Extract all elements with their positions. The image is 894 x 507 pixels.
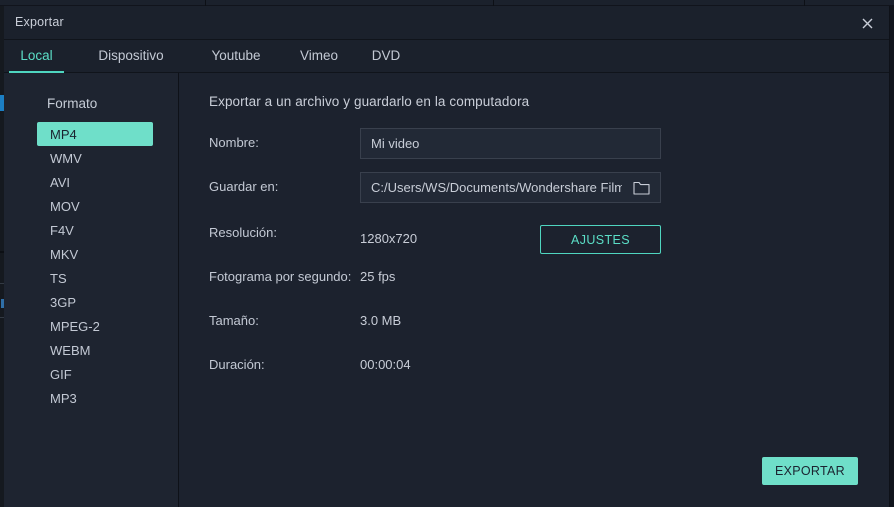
- tamano-label: Tamaño:: [209, 313, 259, 328]
- tab-dvd[interactable]: DVD: [366, 40, 406, 73]
- format-list: MP4 WMV AVI MOV F4V MKV TS 3GP MPEG-2 WE…: [4, 122, 178, 410]
- field-row-resolucion: Resolución: 1280x720 AJUSTES: [209, 225, 729, 255]
- tab-dvd-label: DVD: [372, 49, 401, 65]
- tab-youtube-label: Youtube: [211, 49, 260, 65]
- format-sidebar: Formato MP4 WMV AVI MOV F4V MKV TS 3GP M…: [4, 73, 179, 507]
- format-item-gif[interactable]: GIF: [37, 362, 153, 386]
- tab-vimeo-label: Vimeo: [300, 49, 338, 65]
- format-item-ts[interactable]: TS: [37, 266, 153, 290]
- field-row-nombre: Nombre: Mi video: [209, 128, 729, 160]
- export-button[interactable]: EXPORTAR: [762, 457, 858, 485]
- tamano-value: 3.0 MB: [360, 313, 401, 328]
- format-heading: Formato: [47, 96, 97, 111]
- format-item-mov[interactable]: MOV: [37, 194, 153, 218]
- duracion-value: 00:00:04: [360, 357, 411, 372]
- dialog-body: Formato MP4 WMV AVI MOV F4V MKV TS 3GP M…: [4, 73, 889, 507]
- save-path-value: C:/Users/WS/Documents/Wondershare Filmor…: [361, 180, 622, 195]
- field-row-fotograma: Fotograma por segundo: 25 fps: [209, 269, 729, 289]
- name-input-value: Mi video: [361, 136, 660, 151]
- tab-local[interactable]: Local: [9, 40, 64, 73]
- format-item-wmv[interactable]: WMV: [37, 146, 153, 170]
- tab-dispositivo-label: Dispositivo: [98, 49, 163, 65]
- export-settings-panel: Exportar a un archivo y guardarlo en la …: [179, 73, 889, 507]
- format-item-3gp[interactable]: 3GP: [37, 290, 153, 314]
- save-path-input[interactable]: C:/Users/WS/Documents/Wondershare Filmor…: [360, 172, 661, 203]
- fotograma-label: Fotograma por segundo:: [209, 269, 351, 284]
- tab-youtube[interactable]: Youtube: [200, 40, 272, 73]
- guardar-en-label: Guardar en:: [209, 179, 278, 194]
- folder-icon: [633, 181, 650, 195]
- dialog-title-bar: Exportar: [4, 6, 889, 40]
- duracion-label: Duración:: [209, 357, 265, 372]
- tab-vimeo[interactable]: Vimeo: [292, 40, 346, 73]
- nombre-label: Nombre:: [209, 135, 259, 150]
- settings-button[interactable]: AJUSTES: [540, 225, 661, 254]
- panel-heading: Exportar a un archivo y guardarlo en la …: [209, 94, 529, 109]
- field-row-duracion: Duración: 00:00:04: [209, 357, 729, 377]
- format-item-webm[interactable]: WEBM: [37, 338, 153, 362]
- format-item-f4v[interactable]: F4V: [37, 218, 153, 242]
- field-row-tamano: Tamaño: 3.0 MB: [209, 313, 729, 333]
- close-icon: [862, 18, 873, 29]
- format-item-mp3[interactable]: MP3: [37, 386, 153, 410]
- browse-folder-button[interactable]: [622, 173, 660, 202]
- format-item-mkv[interactable]: MKV: [37, 242, 153, 266]
- tab-dispositivo[interactable]: Dispositivo: [82, 40, 180, 73]
- tab-local-label: Local: [20, 49, 52, 65]
- format-item-mpeg2[interactable]: MPEG-2: [37, 314, 153, 338]
- export-dialog: Exportar Local Dispositivo Youtube Vimeo…: [4, 6, 890, 507]
- fotograma-value: 25 fps: [360, 269, 395, 284]
- dialog-title: Exportar: [15, 15, 64, 29]
- resolucion-label: Resolución:: [209, 225, 277, 240]
- field-row-guardar-en: Guardar en: C:/Users/WS/Documents/Wonder…: [209, 172, 729, 204]
- format-item-avi[interactable]: AVI: [37, 170, 153, 194]
- resolucion-value: 1280x720: [360, 231, 417, 246]
- tab-bar: Local Dispositivo Youtube Vimeo DVD: [4, 40, 889, 73]
- close-button[interactable]: [845, 6, 889, 40]
- format-item-mp4[interactable]: MP4: [37, 122, 153, 146]
- name-input[interactable]: Mi video: [360, 128, 661, 159]
